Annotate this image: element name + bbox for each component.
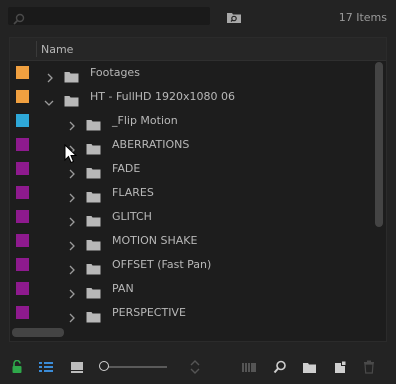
bin-row[interactable]: GLITCH (10, 205, 376, 229)
project-list-panel: Name Footages HT - FullHD 1920x1080 06 _Fl… (9, 37, 387, 342)
column-header: Name (10, 38, 386, 61)
new-bin-icon[interactable] (302, 359, 317, 378)
automate-to-sequence-icon[interactable] (241, 359, 257, 378)
label-color-swatch[interactable] (16, 306, 29, 319)
find-icon[interactable] (273, 359, 287, 378)
bin-name: HT - FullHD 1920x1080 06 (90, 90, 235, 103)
bin-row[interactable]: _Flip Motion (10, 109, 376, 133)
bin-name: _Flip Motion (112, 114, 178, 127)
bin-row[interactable]: FLARES (10, 181, 376, 205)
mouse-cursor (64, 143, 78, 168)
bin-row[interactable]: PAN (10, 277, 376, 301)
icon-view-icon[interactable] (70, 359, 84, 378)
bin-name: PERSPECTIVE (112, 306, 186, 319)
list-view-icon[interactable] (38, 359, 54, 378)
zoom-slider-track[interactable] (105, 366, 167, 368)
bin-name: GLITCH (112, 210, 152, 223)
bin-row[interactable]: OFFSET (Fast Pan) (10, 253, 376, 277)
label-color-swatch[interactable] (16, 114, 29, 127)
bin-row[interactable]: MOTION SHAKE (10, 229, 376, 253)
bin-name: ABERRATIONS (112, 138, 190, 151)
search-input[interactable] (8, 7, 210, 25)
column-name-header[interactable]: Name (41, 43, 73, 56)
search-icon (13, 10, 25, 29)
label-color-swatch[interactable] (16, 186, 29, 199)
bin-name: PAN (112, 282, 134, 295)
vertical-scroll-thumb[interactable] (375, 62, 383, 227)
bin-name: Footages (90, 66, 140, 79)
horizontal-scroll-thumb[interactable] (12, 328, 64, 337)
bin-name: MOTION SHAKE (112, 234, 198, 247)
bin-name: OFFSET (Fast Pan) (112, 258, 212, 271)
find-in-bin-icon[interactable] (226, 9, 242, 28)
lock-icon[interactable] (11, 359, 23, 378)
new-item-icon[interactable] (333, 359, 347, 378)
bin-row[interactable]: HT - FullHD 1920x1080 06 (10, 85, 376, 109)
label-color-swatch[interactable] (16, 282, 29, 295)
label-color-swatch[interactable] (16, 90, 29, 103)
bin-row[interactable]: Footages (10, 61, 376, 85)
sort-icon[interactable] (189, 359, 201, 378)
vertical-scrollbar[interactable] (374, 62, 383, 326)
label-color-swatch[interactable] (16, 258, 29, 271)
label-color-swatch[interactable] (16, 138, 29, 151)
project-bottom-bar (0, 350, 396, 384)
horizontal-scrollbar[interactable] (10, 327, 376, 339)
bin-name: FADE (112, 162, 141, 175)
label-color-swatch[interactable] (16, 66, 29, 79)
label-color-swatch[interactable] (16, 234, 29, 247)
item-count: 17 Items (338, 11, 387, 24)
bin-name: FLARES (112, 186, 154, 199)
column-divider[interactable] (36, 41, 37, 57)
clear-icon[interactable] (363, 359, 375, 378)
chevron-right-icon[interactable] (68, 308, 76, 327)
bin-row[interactable]: PERSPECTIVE (10, 301, 376, 325)
zoom-slider-knob[interactable] (99, 361, 109, 371)
label-color-swatch[interactable] (16, 210, 29, 223)
label-color-swatch[interactable] (16, 162, 29, 175)
folder-icon (86, 308, 101, 327)
project-toolbar: 17 Items (0, 0, 396, 36)
